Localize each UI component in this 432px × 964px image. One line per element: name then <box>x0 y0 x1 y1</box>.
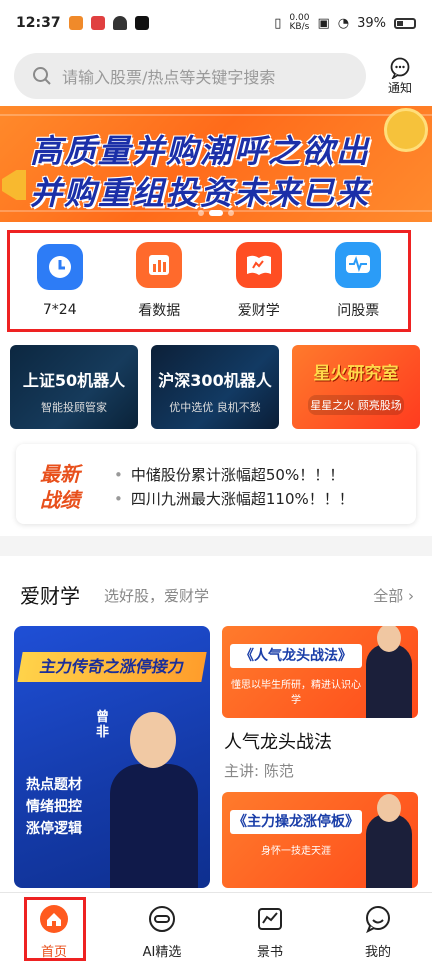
tab-profile[interactable]: 我的 <box>324 893 432 964</box>
vibrate-icon: ▯ <box>274 15 282 31</box>
tab-ai[interactable]: AI精选 <box>108 893 216 964</box>
quick-entry-learn[interactable]: 爱财学 <box>219 242 299 320</box>
course-tag: 涨停逻辑 <box>26 821 82 837</box>
teacher-body <box>110 764 198 888</box>
clock: 12:37 <box>16 15 61 31</box>
course-card-sub: 身怀一技走天涯 <box>261 846 331 857</box>
search-row: 请输入股票/热点等关键字搜索 通知 <box>0 46 432 106</box>
teacher-photo <box>366 626 412 718</box>
search-input[interactable]: 请输入股票/热点等关键字搜索 <box>14 53 366 99</box>
carousel-dot <box>228 210 234 216</box>
teacher-photo <box>104 702 200 888</box>
robot-card-hs300[interactable]: 沪深300机器人 优中选优 良机不愁 <box>151 345 279 429</box>
banner-line2: 并购重组投资未来已来 <box>30 174 371 212</box>
book-icon <box>235 242 282 288</box>
network-speed: 0.00 KB/s <box>289 13 310 32</box>
quick-entry-label: 看数据 <box>138 303 181 319</box>
quick-entry-label: 爱财学 <box>237 303 280 319</box>
quick-entry-data[interactable]: 看数据 <box>119 242 199 320</box>
robot-card-subtitle: 智能投顾管家 <box>41 401 107 414</box>
tiktok-icon <box>134 16 149 30</box>
app-notification-icon <box>68 16 83 30</box>
promo-banner[interactable]: 高质量并购潮呼之欲出 并购重组投资未来已来 <box>0 106 432 222</box>
search-icon <box>33 67 51 85</box>
course-section: 爱财学 选好股，爱财学 全部 › 主力传奇之涨停接力 曾非 热点题材 情绪把控 … <box>0 556 432 892</box>
course-title[interactable]: 人气龙头战法 <box>224 728 332 754</box>
robot-card-title: 上证50机器人 <box>22 371 126 390</box>
quick-entries-highlight: 7*24 看数据 爱财学 问股票 <box>7 230 411 332</box>
course-card-banner: 《人气龙头战法》 <box>230 644 362 668</box>
results-logo-line1: 最新 <box>40 462 80 486</box>
mail-icon <box>90 16 105 30</box>
coin-icon <box>384 108 428 152</box>
quick-entry-724[interactable]: 7*24 <box>20 244 100 318</box>
tab-home[interactable]: 首页 <box>0 893 108 964</box>
section-title: 爱财学 <box>20 584 80 608</box>
featured-course-card[interactable]: 主力传奇之涨停接力 曾非 热点题材 情绪把控 涨停逻辑 <box>14 626 210 888</box>
robot-cards: 上证50机器人 智能投顾管家 沪深300机器人 优中选优 良机不愁 星火研究室 … <box>0 340 432 436</box>
tab-label: 我的 <box>364 945 391 960</box>
battery-percent: 39% <box>357 15 386 31</box>
course-headline: 主力传奇之涨停接力 <box>17 652 207 682</box>
tab-highlight <box>24 897 86 961</box>
teacher-photo <box>366 794 412 888</box>
chevron-right-icon: › <box>408 587 414 605</box>
megaphone-icon <box>2 170 26 200</box>
course-card-sub: 懂思以毕生所研，精进认识心学 <box>231 680 361 706</box>
robot-card-title: 星火研究室 <box>313 364 399 384</box>
chart-icon <box>136 242 183 288</box>
carousel-dot-active <box>209 210 223 216</box>
research-lab-card[interactable]: 星火研究室 星星之火 顾亮股场 <box>292 345 420 429</box>
course-teacher: 主讲: 陈范 <box>224 762 294 780</box>
course-tag: 热点题材 <box>26 777 82 793</box>
latest-results-section: 最新 战绩 中储股份累计涨幅超50%！！！ 四川九洲最大涨幅超110%！！！ <box>0 436 432 536</box>
banner-stripe <box>0 114 432 116</box>
tab-label: 景书 <box>256 945 283 960</box>
message-icon <box>390 57 410 79</box>
sim-icon: ▣ <box>317 15 330 31</box>
robot-card-title: 沪深300机器人 <box>158 371 272 390</box>
course-card-thumbnail[interactable]: 《主力操龙涨停板》 身怀一技走天涯 <box>222 792 418 888</box>
trend-icon <box>254 903 286 935</box>
course-card-thumbnail[interactable]: 《人气龙头战法》 懂思以毕生所研，精进认识心学 <box>222 626 418 718</box>
pulse-icon <box>335 242 382 288</box>
robot-card-sz50[interactable]: 上证50机器人 智能投顾管家 <box>10 345 138 429</box>
battery-icon <box>394 17 416 29</box>
clock-icon <box>36 244 83 290</box>
course-tag: 情绪把控 <box>26 799 82 815</box>
quick-entry-label: 问股票 <box>337 303 380 319</box>
latest-results-card[interactable]: 最新 战绩 中储股份累计涨幅超50%！！！ 四川九洲最大涨幅超110%！！！ <box>16 444 416 524</box>
results-logo-line2: 战绩 <box>40 488 80 512</box>
tab-trend[interactable]: 景书 <box>216 893 324 964</box>
bottom-tab-bar: 首页 AI精选 景书 我的 <box>0 892 432 964</box>
robot-card-subtitle: 星星之火 顾亮股场 <box>308 395 404 415</box>
carousel-dot <box>198 210 204 216</box>
robot-card-subtitle: 优中选优 良机不愁 <box>169 401 261 414</box>
course-tags: 热点题材 情绪把控 涨停逻辑 <box>26 774 82 840</box>
news-item[interactable]: 中储股份累计涨幅超50%！！！ <box>114 464 344 485</box>
banner-line1: 高质量并购潮呼之欲出 <box>30 132 371 170</box>
crown-icon <box>112 16 127 30</box>
quick-entry-ask[interactable]: 问股票 <box>318 242 398 320</box>
carousel-indicator <box>198 210 234 216</box>
tab-label: AI精选 <box>142 945 182 960</box>
search-placeholder: 请输入股票/热点等关键字搜索 <box>62 68 276 87</box>
section-subtitle: 选好股，爱财学 <box>104 587 210 605</box>
quick-entry-label: 7*24 <box>42 302 77 318</box>
profile-icon <box>362 903 394 935</box>
status-bar: 12:37 ▯ 0.00 KB/s ▣ ◔ 39% <box>0 0 432 46</box>
ai-icon <box>146 903 178 935</box>
teacher-face <box>130 712 176 768</box>
news-item[interactable]: 四川九洲最大涨幅超110%！！！ <box>114 488 354 509</box>
quick-entries: 7*24 看数据 爱财学 问股票 <box>0 222 432 340</box>
wifi-icon: ◔ <box>337 15 350 31</box>
course-card-banner: 《主力操龙涨停板》 <box>230 810 362 834</box>
notify-label: 通知 <box>387 80 412 95</box>
notify-button[interactable]: 通知 <box>378 57 422 96</box>
view-all-link[interactable]: 全部 › <box>373 585 414 606</box>
